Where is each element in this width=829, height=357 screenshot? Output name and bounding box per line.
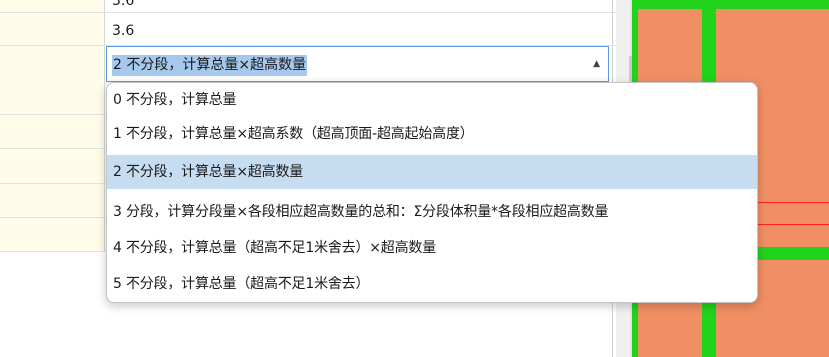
dropdown-option[interactable]: 0 不分段，计算总量	[107, 83, 757, 117]
property-name-column	[0, 0, 104, 252]
green-edge-top	[632, 0, 829, 9]
row-divider	[0, 12, 616, 13]
column-divider	[104, 0, 105, 252]
dropdown-option[interactable]: 3 分段，计算分段量×各段相应超高数量的总和：Σ分段体积量*各段相应超高数量	[107, 195, 757, 229]
combobox-selected-value: 2 不分段，计算总量×超高数量	[112, 55, 308, 76]
property-value-cell[interactable]: 3.6	[112, 20, 134, 42]
dropdown-option[interactable]: 5 不分段，计算总量（超高不足1米舍去）	[107, 267, 757, 301]
dropdown-option[interactable]: 4 不分段，计算总量（超高不足1米舍去）×超高数量	[107, 231, 757, 265]
dropdown-option[interactable]: 1 不分段，计算总量×超高系数（超高顶面-超高起始高度）	[107, 117, 757, 151]
dropdown-option-selected[interactable]: 2 不分段，计算总量×超高数量	[107, 155, 757, 189]
property-value-cell[interactable]: 3.6	[112, 0, 134, 12]
calculation-mode-dropdown-list: 0 不分段，计算总量 1 不分段，计算总量×超高系数（超高顶面-超高起始高度） …	[106, 82, 758, 303]
calculation-mode-combobox[interactable]: 2 不分段，计算总量×超高数量 ▲	[106, 46, 609, 82]
caret-up-icon[interactable]: ▲	[593, 59, 600, 69]
